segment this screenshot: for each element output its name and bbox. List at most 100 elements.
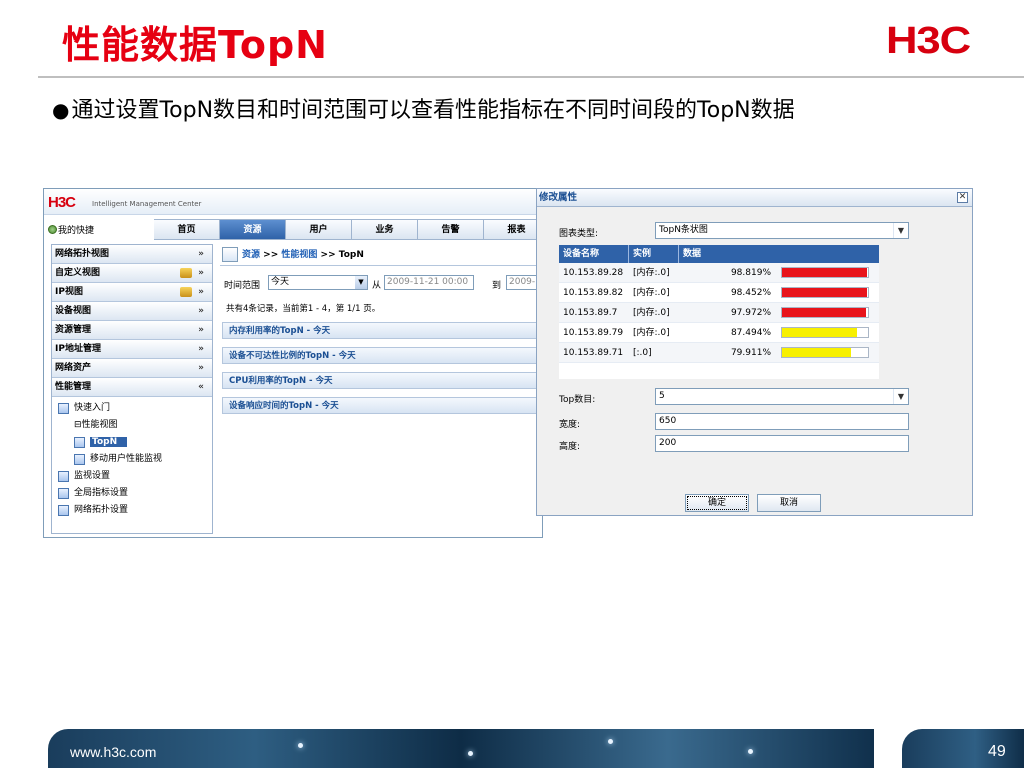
sidebar-header-ip-view[interactable]: IP视图 » [52,283,212,302]
sidebar-item-quick-start[interactable]: 快速入门 [58,400,212,417]
globe-icon [48,225,57,234]
tree-collapse-icon: ⊟ [74,420,82,430]
data-bar-fill [782,308,867,317]
tab-services[interactable]: 业务 [352,219,418,240]
breadcrumb-separator: >> [317,250,339,260]
time-range-select[interactable]: 今天 ▼ [268,275,368,290]
top-count-label: Top数目: [559,395,596,405]
slide-title: 性能数据TopN [62,23,328,67]
sidebar-item-label: 全局指标设置 [74,488,129,498]
sidebar-item-global-index[interactable]: 全局指标设置 [58,485,212,502]
data-bar [781,347,869,358]
chevron-down-icon: ▼ [893,223,908,238]
main-content: 资源 >> 性能视图 >> TopN 时间范围 今天 ▼ 从 2009-11-2… [220,244,542,537]
sidebar-header-label: 资源管理 [55,325,92,335]
title-divider [38,76,1024,78]
device-name: 10.153.89.82 [563,288,624,298]
top-count-select[interactable]: 5 ▼ [655,388,909,405]
instance: [内存:.0] [633,308,670,318]
column-device-name: 设备名称 [559,245,629,263]
app-header: H3C Intelligent Management Center [44,189,542,215]
page-number: 49 [988,743,1006,760]
footer-band [48,729,874,768]
from-label: 从 [372,281,382,291]
sidebar-header-label: 性能管理 [55,382,92,392]
section-unreachable-topn[interactable]: 设备不可达性比例的TopN - 今天 [222,347,542,364]
device-name: 10.153.89.7 [563,308,618,318]
tab-alarms[interactable]: 告警 [418,219,484,240]
topn-bar-preview: 设备名称 实例 数据 10.153.89.28 [内存:.0] 98.819% 10.… [559,245,879,379]
sidebar-header-resource-mgmt[interactable]: 资源管理 » [52,321,212,340]
sidebar-header-network-assets[interactable]: 网络资产 » [52,359,212,378]
data-value: 98.452% [730,288,771,298]
preview-row: 10.153.89.71 [:.0] 79.911% [559,343,879,363]
tab-reports[interactable]: 报表 [484,219,542,240]
sidebar-item-monitor-settings[interactable]: 监视设置 [58,468,212,485]
bar-chart-icon [58,488,69,499]
decorative-spark [298,743,303,748]
chart-icon [74,437,85,448]
ok-button[interactable]: 确定 [685,494,749,512]
preview-rows: 10.153.89.28 [内存:.0] 98.819% 10.153.89.82 [内… [559,263,879,363]
sidebar-header-performance-mgmt[interactable]: 性能管理 « [52,378,212,397]
imc-app-window: H3C Intelligent Management Center 我的快捷 首… [43,188,543,538]
data-value: 87.494% [730,328,771,338]
tab-users[interactable]: 用户 [286,219,352,240]
section-response-time-topn[interactable]: 设备响应时间的TopN - 今天 [222,397,542,414]
sidebar-header-custom-view[interactable]: 自定义视图 » [52,264,212,283]
modify-properties-dialog: 修改属性 ✕ 图表类型: TopN条状图 ▼ 设备名称 实例 数据 10.153… [536,188,973,516]
sidebar-item-performance-view[interactable]: ⊟性能视图 [58,417,212,434]
bullet-dot: ● [52,98,70,122]
sidebar-header-ip-address-mgmt[interactable]: IP地址管理 » [52,340,212,359]
bullet-text: 通过设置TopN数目和时间范围可以查看性能指标在不同时间段的TopN数据 [71,98,795,123]
sidebar-item-topn[interactable]: TopN [58,434,212,451]
cancel-button[interactable]: 取消 [757,494,821,512]
data-bar-fill [782,348,851,357]
to-label: 到 [492,281,502,291]
my-shortcuts[interactable]: 我的快捷 [48,223,94,236]
grid-icon [58,505,69,516]
height-label: 高度: [559,442,581,452]
tab-resources[interactable]: 资源 [220,219,286,240]
time-filter: 时间范围 今天 ▼ 从 2009-11-21 00:00 到 2009-1 [220,272,542,298]
chart-type-select[interactable]: TopN条状图 ▼ [655,222,909,239]
device-name: 10.153.89.28 [563,268,624,278]
sidebar-item-label: 监视设置 [74,471,111,481]
monitor-settings-icon [58,471,69,482]
app-subtitle: Intelligent Management Center [92,200,202,208]
from-time-input[interactable]: 2009-11-21 00:00 [384,275,474,290]
sidebar-header-label: 网络资产 [55,363,92,373]
breadcrumb: 资源 >> 性能视图 >> TopN [220,244,542,266]
width-input[interactable]: 650 [655,413,909,430]
decorative-spark [468,751,473,756]
data-bar-fill [782,288,867,297]
sidebar-header-label: IP地址管理 [55,344,101,354]
tab-home[interactable]: 首页 [154,219,220,240]
chevron-up-icon: « [198,382,204,392]
close-icon[interactable]: ✕ [957,192,968,203]
chevron-down-icon: » [198,363,204,373]
breadcrumb-resources[interactable]: 资源 [242,250,260,260]
section-cpu-topn[interactable]: CPU利用率的TopN - 今天 [222,372,542,389]
data-bar [781,287,869,298]
sidebar-header-device-view[interactable]: 设备视图 » [52,302,212,321]
column-data: 数据 [683,249,702,259]
height-input[interactable]: 200 [655,435,909,452]
footer-url: www.h3c.com [70,744,157,760]
sidebar-item-mobile-user-monitor[interactable]: 移动用户性能监视 [58,451,212,468]
sidebar-header-label: 自定义视图 [55,268,101,278]
breadcrumb-performance-view[interactable]: 性能视图 [281,250,317,260]
preview-row: 10.153.89.82 [内存:.0] 98.452% [559,283,879,303]
sidebar-item-topology-settings[interactable]: 网络拓扑设置 [58,502,212,519]
bullet-point: ●通过设置TopN数目和时间范围可以查看性能指标在不同时间段的TopN数据 [52,94,972,127]
data-bar [781,267,869,278]
performance-view-icon [222,247,238,262]
sidebar-header-topology[interactable]: 网络拓扑视图 » [52,245,212,264]
my-shortcuts-label: 我的快捷 [58,226,95,236]
h3c-logo: H3C [886,20,971,62]
data-value: 79.911% [730,348,771,358]
sidebar-performance-menu: 快速入门 ⊟性能视图 TopN 移动用户性能监视 监视设置 全局指标设置 网络拓… [52,397,212,519]
sidebar: 网络拓扑视图 » 自定义视图 » IP视图 » 设备视图 » 资源管理 » IP地址管理 »… [51,244,213,534]
chevron-down-icon: ▼ [893,389,908,404]
section-memory-topn[interactable]: 内存利用率的TopN - 今天 [222,322,542,339]
